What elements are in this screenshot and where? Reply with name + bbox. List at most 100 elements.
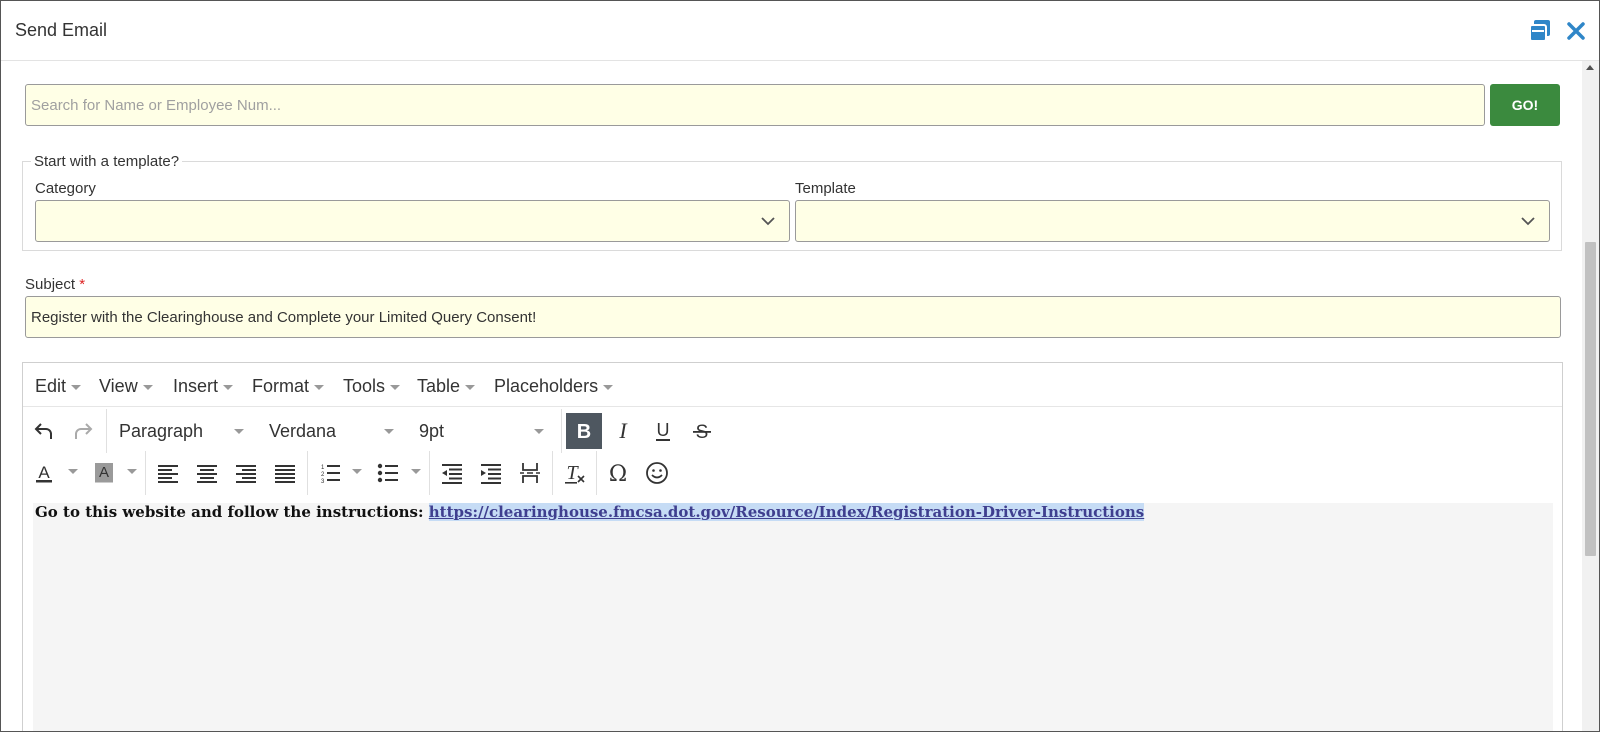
block-format-dropdown[interactable]: Paragraph (119, 414, 244, 448)
chevron-down-icon (1521, 217, 1535, 226)
email-body-text: Go to this website and follow the instru… (35, 503, 429, 521)
toolbar-divider (552, 451, 553, 495)
scrollbar-thumb[interactable] (1585, 242, 1596, 556)
svg-text:A: A (99, 464, 109, 481)
svg-text:B: B (577, 421, 591, 442)
close-icon[interactable] (1563, 18, 1589, 44)
menu-table[interactable]: Table (417, 376, 476, 397)
toolbar-divider (596, 451, 597, 495)
category-label: Category (35, 180, 96, 197)
caret-down-icon (314, 384, 325, 390)
caret-down-icon (534, 429, 544, 434)
toolbar-divider (145, 451, 146, 495)
caret-down-icon[interactable] (411, 469, 421, 474)
page-break-icon[interactable] (513, 456, 547, 490)
go-button[interactable]: GO! (1490, 84, 1560, 126)
editor-toolbar-row-1: Paragraph Verdana 9pt B I U S (23, 409, 1562, 453)
justify-icon[interactable] (268, 456, 302, 490)
editor-toolbar-row-2: A A 123 T Ω (23, 451, 1562, 495)
menu-table-label: Table (417, 376, 461, 396)
italic-icon[interactable]: I (606, 414, 640, 448)
special-character-icon[interactable]: Ω (601, 456, 635, 490)
editor-menubar: Edit View Insert Format Tools Table Plac… (23, 363, 1562, 407)
employee-search-input[interactable] (25, 84, 1485, 126)
vertical-scrollbar[interactable] (1582, 61, 1599, 731)
subject-input[interactable] (25, 296, 1561, 338)
strikethrough-icon[interactable]: S (685, 414, 719, 448)
restore-window-icon[interactable] (1527, 18, 1553, 44)
template-legend: Start with a template? (34, 153, 180, 170)
menu-tools[interactable]: Tools (343, 376, 401, 397)
svg-text:A: A (38, 463, 50, 482)
undo-icon[interactable] (27, 414, 61, 448)
block-format-value: Paragraph (119, 421, 204, 441)
caret-down-icon[interactable] (68, 469, 78, 474)
caret-down-icon[interactable] (352, 469, 362, 474)
font-size-value: 9pt (419, 421, 445, 441)
menu-placeholders[interactable]: Placeholders (494, 376, 614, 397)
svg-text:T: T (566, 462, 579, 484)
align-center-icon[interactable] (190, 456, 224, 490)
caret-down-icon[interactable] (127, 469, 137, 474)
align-right-icon[interactable] (229, 456, 263, 490)
svg-text:3: 3 (321, 479, 325, 484)
redo-icon[interactable] (66, 414, 100, 448)
dialog-title: Send Email (15, 20, 108, 40)
indent-icon[interactable] (474, 456, 508, 490)
required-marker: * (79, 276, 86, 293)
editor-content-area[interactable]: Go to this website and follow the instru… (33, 503, 1553, 731)
caret-down-icon (142, 384, 153, 390)
caret-down-icon (390, 384, 401, 390)
text-color-icon[interactable]: A (27, 456, 61, 490)
caret-down-icon (384, 429, 394, 434)
rich-text-editor: Edit View Insert Format Tools Table Plac… (22, 362, 1563, 731)
clear-formatting-icon[interactable]: T (558, 456, 592, 490)
email-body-line: Go to this website and follow the instru… (35, 503, 1145, 521)
caret-down-icon (603, 384, 614, 390)
bold-icon[interactable]: B (566, 413, 602, 449)
font-family-value: Verdana (269, 421, 337, 441)
numbered-list-icon[interactable]: 123 (313, 456, 347, 490)
menu-format-label: Format (252, 376, 310, 396)
svg-text:Ω: Ω (609, 462, 627, 485)
menu-insert[interactable]: Insert (173, 376, 234, 397)
menu-view[interactable]: View (99, 376, 153, 397)
menu-tools-label: Tools (343, 376, 386, 396)
subject-label: Subject * (25, 276, 85, 293)
dialog-titlebar: Send Email (1, 1, 1599, 61)
menu-view-label: View (99, 376, 138, 396)
svg-text:2: 2 (321, 472, 325, 478)
font-size-dropdown[interactable]: 9pt (419, 414, 544, 448)
send-email-dialog: Send Email GO! Start with a template? Ca… (0, 0, 1600, 732)
svg-text:U: U (657, 420, 670, 440)
menu-placeholders-label: Placeholders (494, 376, 599, 396)
bullet-list-icon[interactable] (371, 456, 405, 490)
template-select[interactable] (795, 200, 1550, 242)
menu-insert-label: Insert (173, 376, 219, 396)
emoji-icon[interactable] (640, 456, 674, 490)
caret-down-icon (223, 384, 234, 390)
caret-down-icon (71, 384, 82, 390)
scroll-up-arrow-icon[interactable] (1586, 65, 1594, 70)
menu-format[interactable]: Format (252, 376, 325, 397)
outdent-icon[interactable] (435, 456, 469, 490)
menu-edit-label: Edit (35, 376, 67, 396)
subject-label-text: Subject (25, 276, 76, 293)
chevron-down-icon (761, 217, 775, 226)
toolbar-divider (561, 409, 562, 453)
background-color-icon[interactable]: A (87, 456, 121, 490)
svg-text:1: 1 (321, 465, 325, 471)
template-label: Template (795, 180, 856, 197)
caret-down-icon (234, 429, 244, 434)
clearinghouse-link[interactable]: https://clearinghouse.fmcsa.dot.gov/Reso… (428, 503, 1145, 521)
caret-down-icon (465, 384, 476, 390)
menu-edit[interactable]: Edit (35, 376, 82, 397)
svg-text:I: I (618, 420, 628, 442)
underline-icon[interactable]: U (646, 414, 680, 448)
toolbar-divider (106, 409, 107, 453)
toolbar-divider (307, 451, 308, 495)
align-left-icon[interactable] (151, 456, 185, 490)
font-family-dropdown[interactable]: Verdana (269, 414, 394, 448)
toolbar-divider (429, 451, 430, 495)
category-select[interactable] (35, 200, 790, 242)
